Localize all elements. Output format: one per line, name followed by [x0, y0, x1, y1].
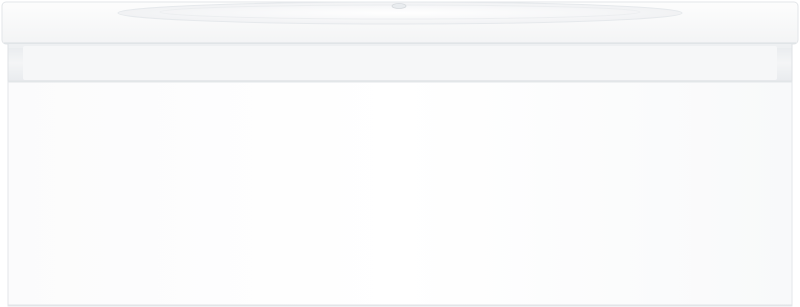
drawer-front — [7, 81, 793, 307]
handle-recess — [7, 44, 793, 82]
vanity-illustration — [1, 1, 799, 307]
vanity-product-image — [0, 0, 800, 307]
faucet-hole-icon — [391, 3, 407, 9]
